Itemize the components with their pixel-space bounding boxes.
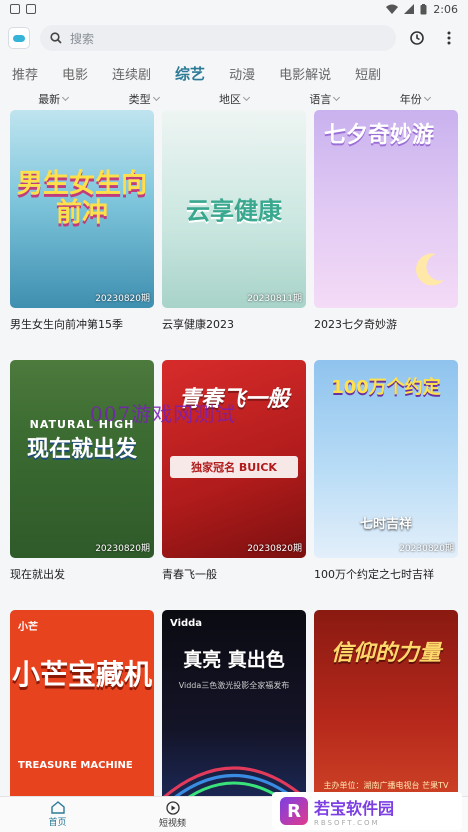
show-title[interactable]: 2023七夕奇妙游	[314, 316, 458, 332]
status-left	[10, 4, 36, 14]
top-bar: 搜索	[0, 18, 468, 58]
battery-icon	[420, 3, 427, 14]
moon-icon	[415, 253, 444, 286]
poster-subtitle: 七时吉祥	[359, 517, 412, 532]
app-logo[interactable]	[8, 27, 30, 49]
filter-type[interactable]: 类型	[128, 91, 160, 107]
poster-image[interactable]: 云享健康 20230811期	[162, 110, 306, 308]
poster-title: 100万个约定	[331, 377, 441, 398]
signal-icon	[404, 4, 415, 14]
filter-language[interactable]: 语言	[309, 91, 341, 107]
wifi-icon	[386, 4, 399, 14]
chevron-down-icon	[152, 93, 160, 102]
show-title[interactable]: 100万个约定之七时吉祥	[314, 566, 458, 582]
episode-badge: 20230820期	[399, 544, 454, 554]
poster-subtitle: TREASURE MACHINE	[18, 760, 133, 771]
nav-home[interactable]: 首页	[0, 801, 115, 828]
poster-image[interactable]: NATURAL HIGH 现在就出发 20230820期	[10, 360, 154, 558]
poster-image[interactable]: Vidda 真亮 真出色 Vidda三色激光投影全家福发布	[162, 610, 306, 808]
tab-series[interactable]: 连续剧	[112, 64, 151, 83]
notification-icon	[10, 4, 20, 14]
nav-label: 首页	[48, 818, 67, 828]
poster-logo: Vidda	[170, 618, 203, 629]
chevron-down-icon	[423, 93, 431, 102]
show-title[interactable]: 青春飞一般	[162, 566, 306, 582]
more-vertical-icon	[447, 31, 451, 45]
notification-a-icon	[26, 4, 36, 14]
search-icon	[50, 32, 62, 44]
filter-region[interactable]: 地区	[218, 91, 251, 107]
poster-title: 真亮 真出色	[183, 649, 285, 671]
show-card[interactable]: 云享健康 20230811期 云享健康2023	[162, 110, 306, 360]
show-card[interactable]: 100万个约定 七时吉祥 20230820期 100万个约定之七时吉祥	[314, 360, 458, 610]
brand-overlay: R 若宝软件园 RBSOFT.COM	[272, 792, 462, 830]
poster-subtitle: Vidda三色激光投影全家福发布	[178, 681, 290, 690]
poster-image[interactable]: 100万个约定 七时吉祥 20230820期	[314, 360, 458, 558]
history-button[interactable]	[406, 27, 428, 49]
brand-sub: RBSOFT.COM	[314, 819, 380, 827]
status-right: 2:06	[386, 3, 458, 16]
filter-year[interactable]: 年份	[399, 91, 431, 107]
tab-variety[interactable]: 综艺	[175, 63, 205, 84]
poster-subtitle: 主办单位：湖南广播电视台 芒果TV	[323, 781, 449, 790]
chevron-down-icon	[242, 93, 251, 102]
poster-title: 信仰的力量	[330, 641, 441, 666]
filter-label: 类型	[128, 93, 151, 106]
poster-subtitle: 独家冠名 BUICK	[170, 456, 298, 478]
nav-label: 短视频	[158, 818, 186, 829]
filter-bar: 最新 类型 地区 语言 年份	[0, 88, 468, 110]
tab-movie[interactable]: 电影	[62, 64, 88, 83]
brand-name: 若宝软件园	[314, 799, 395, 818]
poster-image[interactable]: 小芒 小芒宝藏机 TREASURE MACHINE	[10, 610, 154, 808]
poster-title: 男生女生向前冲	[16, 169, 147, 228]
poster-image[interactable]: 男生女生向前冲 20230820期	[10, 110, 154, 308]
search-input[interactable]: 搜索	[40, 25, 396, 51]
poster-title: 云享健康	[186, 197, 282, 225]
more-menu-button[interactable]	[438, 27, 460, 49]
show-title[interactable]: 男生女生向前冲第15季	[10, 316, 154, 332]
poster-title: 小芒宝藏机	[11, 658, 152, 691]
watermark-text: 007游戏网测试	[90, 402, 237, 426]
poster-image[interactable]: 青春飞一般 独家冠名 BUICK 20230820期	[162, 360, 306, 558]
filter-label: 地区	[218, 93, 241, 106]
brand-logo-icon: R	[280, 797, 308, 825]
brand-text: 若宝软件园 RBSOFT.COM	[314, 795, 394, 827]
poster-image[interactable]: 七夕奇妙游	[314, 110, 458, 308]
tab-short-drama[interactable]: 短剧	[355, 64, 381, 83]
filter-label: 最新	[38, 93, 61, 106]
app-logo-mark	[13, 34, 25, 42]
status-time: 2:06	[433, 2, 458, 16]
home-icon	[50, 801, 65, 814]
poster-logo: 小芒	[18, 622, 38, 633]
poster-title: 现在就出发	[26, 437, 137, 462]
content-grid: 男生女生向前冲 20230820期 男生女生向前冲第15季 云享健康 20230…	[10, 110, 458, 832]
search-placeholder: 搜索	[70, 31, 95, 46]
show-title[interactable]: 云享健康2023	[162, 316, 306, 332]
play-circle-icon	[165, 800, 180, 815]
show-card[interactable]: 男生女生向前冲 20230820期 男生女生向前冲第15季	[10, 110, 154, 360]
poster-title: 七夕奇妙游	[324, 123, 435, 148]
episode-badge: 20230820期	[247, 544, 302, 554]
show-title[interactable]: 现在就出发	[10, 566, 154, 582]
episode-badge: 20230820期	[95, 294, 150, 304]
tab-anime[interactable]: 动漫	[229, 64, 255, 83]
tab-movie-commentary[interactable]: 电影解说	[279, 64, 331, 83]
filter-latest[interactable]: 最新	[38, 91, 70, 107]
filter-label: 年份	[399, 93, 422, 106]
show-card[interactable]: 七夕奇妙游 2023七夕奇妙游	[314, 110, 458, 360]
episode-badge: 20230811期	[247, 294, 302, 304]
poster-image[interactable]: 信仰的力量 主办单位：湖南广播电视台 芒果TV	[314, 610, 458, 808]
chevron-down-icon	[62, 93, 70, 102]
chevron-down-icon	[333, 93, 341, 102]
episode-badge: 20230820期	[95, 544, 150, 554]
filter-label: 语言	[309, 93, 332, 106]
tab-recommend[interactable]: 推荐	[12, 64, 38, 83]
nav-short-video[interactable]: 短视频	[115, 800, 230, 829]
history-icon	[410, 31, 424, 45]
category-tabs: 推荐 电影 连续剧 综艺 动漫 电影解说 短剧	[0, 58, 468, 88]
status-bar: 2:06	[0, 0, 468, 18]
